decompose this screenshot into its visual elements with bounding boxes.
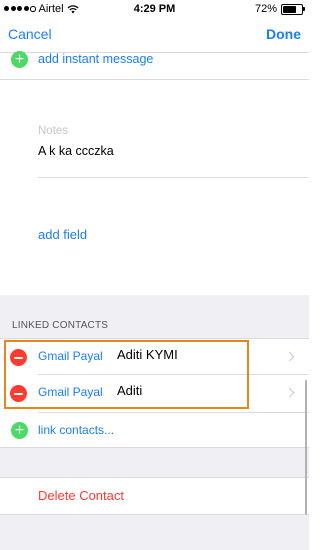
done-button[interactable]: Done (266, 26, 301, 42)
section-spacer (0, 448, 309, 478)
battery-percentage: 72% (254, 3, 277, 15)
add-instant-message-label: add instant message (38, 52, 154, 66)
battery-icon (281, 3, 305, 15)
notes-field[interactable]: Notes A k ka ccczka (0, 118, 309, 178)
linked-contacts-header: LINKED CONTACTS (12, 320, 109, 331)
add-field-label[interactable]: add field (38, 227, 87, 242)
notes-label: Notes (38, 125, 69, 137)
add-field-row[interactable]: add field (0, 226, 309, 246)
notes-separator (38, 177, 309, 178)
chevron-right-icon (284, 351, 295, 362)
navigation-bar: Cancel Done (0, 18, 309, 52)
link-contacts-row[interactable]: + link contacts... (0, 413, 309, 447)
bottom-spacer (0, 515, 309, 550)
add-instant-message-row[interactable]: + add instant message (0, 51, 309, 68)
linked-contacts-header-area: LINKED CONTACTS (0, 295, 309, 339)
section-separator (0, 79, 309, 80)
chevron-right-icon (284, 387, 295, 398)
highlight-box (4, 340, 249, 409)
scrollbar[interactable] (305, 380, 307, 515)
delete-contact-button[interactable]: Delete Contact (38, 488, 124, 503)
status-bar: Airtel 4:29 PM 72% (0, 0, 309, 18)
cancel-button[interactable]: Cancel (8, 26, 52, 42)
status-right: 72% (254, 3, 305, 15)
delete-contact-row[interactable]: Delete Contact (0, 478, 309, 514)
notes-value[interactable]: A k ka ccczka (38, 144, 114, 158)
battery-fill (283, 5, 296, 13)
add-icon[interactable]: + (11, 51, 28, 68)
link-contacts-label[interactable]: link contacts... (38, 423, 114, 437)
add-icon[interactable]: + (11, 422, 28, 439)
